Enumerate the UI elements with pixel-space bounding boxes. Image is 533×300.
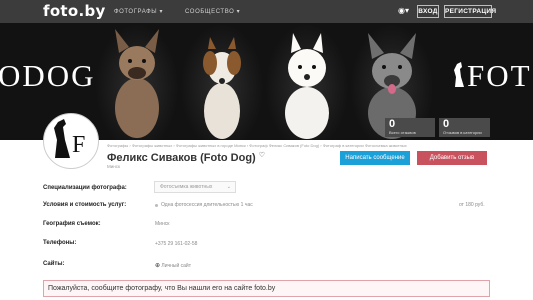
nav-community-menu[interactable]: СООБЩЕСТВО ▾	[185, 8, 240, 15]
personal-site-label: Личный сайт	[161, 263, 192, 269]
photographer-city: Минск	[107, 164, 120, 169]
category-reviews-stat: 0 Отзывов в категории	[439, 118, 490, 137]
site-logo[interactable]: foto.by	[43, 2, 106, 20]
phones-label: Телефоны:	[43, 240, 77, 246]
terms-value: Одна фотосессия длительностью 1 час	[161, 202, 253, 208]
total-reviews-stat: 0 Всего отзывов	[385, 118, 435, 137]
login-button[interactable]: ВХОД	[417, 5, 439, 18]
geography-value: Минск	[155, 221, 170, 227]
banner-text-left: ODOG	[0, 58, 96, 93]
category-reviews-count: 0	[443, 118, 450, 130]
sites-label: Сайты:	[43, 261, 65, 267]
top-nav: foto.by ФОТОГРАФЫ ▾ СООБЩЕСТВО ▾ ◉▾ ВХОД…	[0, 0, 533, 23]
foto-dog-logo-icon: F	[54, 119, 85, 158]
terms-label: Условия и стоимость услуг:	[43, 202, 127, 208]
photographer-name: Феликс Сиваков (Foto Dog) ♡	[107, 151, 265, 164]
specializations-selected: Фотосъемка животных	[160, 184, 213, 190]
notice-banner: Пожалуйста, сообщите фотографу, что Вы н…	[43, 280, 490, 297]
avatar[interactable]: F	[43, 113, 99, 169]
phones-value[interactable]: +375 29 161-02-58	[155, 241, 197, 247]
heart-icon[interactable]: ♡	[259, 152, 265, 159]
nav-photographers-menu[interactable]: ФОТОГРАФЫ ▾	[114, 8, 163, 15]
globe-icon: ⊕	[155, 263, 161, 269]
send-message-button[interactable]: Написать сообщение	[340, 151, 410, 165]
geography-label: География съемок:	[43, 221, 101, 227]
total-reviews-label: Всего отзывов	[389, 130, 416, 135]
bullet-icon	[155, 204, 158, 207]
globe-icon[interactable]: ◉▾	[398, 6, 409, 15]
banner-photo-westie	[265, 23, 349, 140]
specializations-label: Специализации фотографа:	[43, 185, 127, 191]
chevron-down-icon: ⌄	[226, 184, 231, 190]
banner-photo-terrier	[180, 23, 264, 140]
terrier-image	[203, 37, 241, 139]
svg-text:F: F	[72, 132, 85, 158]
personal-site-link[interactable]: ⊕ Личный сайт	[155, 262, 191, 269]
total-reviews-count: 0	[389, 118, 396, 130]
banner-text-right: FOT	[453, 58, 532, 94]
add-review-button[interactable]: Добавить отзыв	[417, 151, 487, 165]
banner-photo-bulldog	[95, 23, 179, 140]
category-reviews-label: Отзывов в категории	[443, 130, 482, 135]
terms-price: от 180 руб.	[459, 202, 485, 208]
photographer-name-text: Феликс Сиваков (Foto Dog)	[107, 152, 256, 164]
dog-silhouette-icon	[454, 62, 464, 87]
westie-image	[285, 33, 329, 139]
register-button[interactable]: РЕГИСТРАЦИЯ	[444, 5, 496, 18]
banner-right-label: FOT	[467, 58, 532, 93]
breadcrumb[interactable]: Фотографы › Фотографы животных › Фотогра…	[107, 143, 407, 148]
bulldog-image	[115, 29, 159, 138]
specializations-select[interactable]: Фотосъемка животных ⌄	[154, 181, 236, 193]
